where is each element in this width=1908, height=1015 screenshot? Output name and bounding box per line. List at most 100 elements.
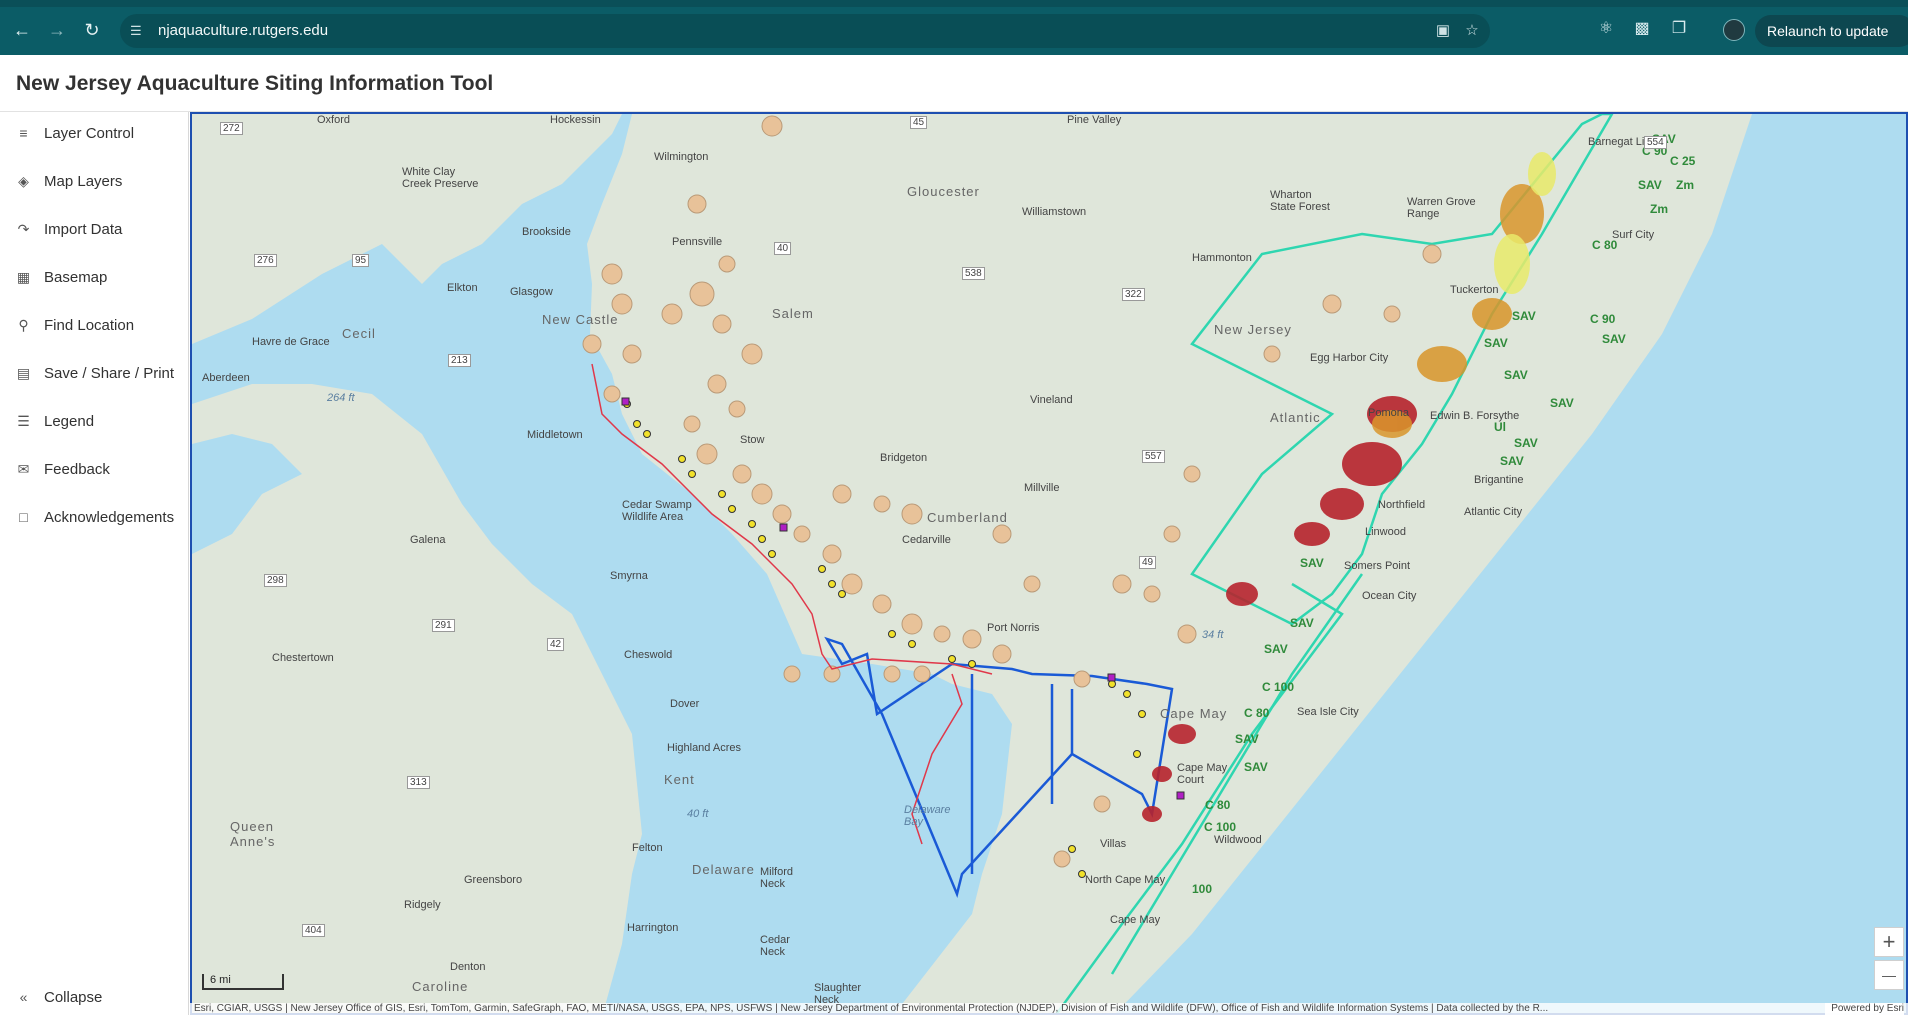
sidebar-item-basemap[interactable]: ▦ Basemap [0,258,188,298]
place-label: Galena [410,534,446,546]
profile-avatar-icon[interactable] [1723,19,1745,41]
county-label: Salem [772,306,814,321]
route-shield: 272 [220,122,243,135]
map-view[interactable]: Oxford Hockessin Wilmington White Clay C… [190,112,1908,1015]
sav-label: SAV [1550,396,1574,410]
sav-label: SAV [1290,616,1314,630]
zoom-out-button[interactable]: — [1874,960,1904,990]
browser-toolbar: ← → ↻ ☰ njaquaculture.rutgers.edu ▣ ☆ ⚛ … [0,0,1908,55]
sav-label: SAV [1300,556,1324,570]
site-settings-icon[interactable]: ☰ [130,22,148,40]
place-label: Hammonton [1192,252,1252,264]
place-label: Bridgeton [880,452,928,464]
address-bar[interactable]: ☰ njaquaculture.rutgers.edu ▣ ☆ [120,14,1490,48]
sidebar-item-label: Map Layers [44,173,123,190]
url-text[interactable]: njaquaculture.rutgers.edu [158,14,328,48]
sav-label: C 80 [1205,798,1231,812]
basemap-grid-icon: ▦ [16,269,31,285]
route-shield: 49 [1139,556,1157,569]
place-label: Wilmington [654,151,709,163]
sav-label: SAV [1638,178,1662,192]
map-canvas[interactable] [192,114,1908,1015]
place-label: Felton [632,842,663,854]
scale-bar: 6 mi [202,974,284,990]
sidebar-item-label: Import Data [44,221,123,238]
place-label: Northfield [1378,499,1426,511]
place-label: Warren Grove Range [1407,196,1476,220]
place-label: Pomona [1368,407,1409,419]
forward-icon[interactable]: → [45,18,69,42]
place-label: Wharton State Forest [1270,189,1330,213]
county-label: Caroline [412,979,469,994]
place-label: Millville [1024,482,1060,494]
place-label: Cape May Court [1177,762,1228,786]
save-icon: ▤ [16,365,31,381]
county-label: Gloucester [907,184,980,199]
legend-list-icon: ☰ [17,413,30,429]
sidebar-item-find-location[interactable]: ⚲ Find Location [0,306,188,346]
bookmark-star-icon[interactable]: ☆ [1463,22,1481,40]
sidebar-item-label: Feedback [44,461,110,478]
back-icon[interactable]: ← [10,18,34,42]
route-shield: 291 [432,619,455,632]
sav-label: Zm [1650,202,1668,216]
sav-label: SAV [1504,368,1528,382]
sav-label: SAV [1512,309,1536,323]
route-shield: 557 [1142,450,1165,463]
extensions-puzzle-icon[interactable]: ❐ [1669,19,1689,39]
reload-icon[interactable]: ↻ [80,18,104,42]
place-label: Sea Isle City [1297,706,1359,718]
sidebar-item-map-layers[interactable]: ◈ Map Layers [0,162,188,202]
delaware-bay-water [192,114,1012,1013]
zoom-in-button[interactable]: + [1874,927,1904,957]
county-label: Kent [664,772,695,787]
place-label: Brookside [522,226,571,238]
place-label: Middletown [527,429,583,441]
county-label: Delaware [692,862,755,877]
book-icon: □ [19,509,28,525]
double-chevron-left-icon: « [19,989,28,1005]
sav-label: 100 [1192,882,1213,896]
sav-label: C 80 [1244,706,1270,720]
sav-label: C 80 [1592,238,1618,252]
collapse-button[interactable]: « Collapse [0,984,188,1014]
layers-icon: ◈ [18,173,29,189]
place-label: Havre de Grace [252,336,330,348]
sidebar-item-import-data[interactable]: ↷ Import Data [0,210,188,250]
sidebar: ≡ Layer Control ◈ Map Layers ↷ Import Da… [0,112,189,1015]
route-shield: 313 [407,776,430,789]
sav-label: SAV [1484,336,1508,350]
route-shield: 538 [962,267,985,280]
extension-react-icon[interactable]: ⚛ [1596,19,1616,39]
sidebar-item-save-share-print[interactable]: ▤ Save / Share / Print [0,354,188,394]
layer-control-icon: ≡ [19,125,28,141]
attribution-text: Esri, CGIAR, USGS | New Jersey Office of… [194,1003,1549,1014]
sidebar-item-acknowledgements[interactable]: □ Acknowledgements [0,498,188,538]
zoom-out-label: — [1882,967,1896,983]
sidebar-item-label: Legend [44,413,95,430]
place-label: Pennsville [672,236,723,248]
sidebar-item-layer-control[interactable]: ≡ Layer Control [0,114,188,154]
place-label: Port Norris [987,622,1040,634]
place-label: Chestertown [272,652,334,664]
place-label: Atlantic City [1464,506,1523,518]
route-shield: 554 [1644,136,1667,149]
place-label: Stow [740,434,765,446]
sav-label: C 90 [1590,312,1616,326]
place-label: Linwood [1365,526,1406,538]
water-label: Delaware Bay [904,804,951,828]
install-app-icon[interactable]: ▣ [1434,22,1452,40]
sidebar-item-feedback[interactable]: ✉ Feedback [0,450,188,490]
sidebar-item-label: Layer Control [44,125,135,142]
sidebar-item-legend[interactable]: ☰ Legend [0,402,188,442]
powered-by-link[interactable]: Powered by Esri [1825,1003,1904,1015]
depth-label: 264 ft [327,392,355,404]
route-shield: 45 [910,116,928,129]
place-label: Tuckerton [1450,284,1499,296]
extension-trash-icon[interactable]: ▩ [1632,19,1652,39]
place-label: Greensboro [464,874,523,886]
relaunch-button[interactable]: Relaunch to update [1755,15,1908,47]
route-shield: 40 [774,242,792,255]
place-label: Cape May [1110,914,1161,926]
sav-label: SAV [1514,436,1538,450]
